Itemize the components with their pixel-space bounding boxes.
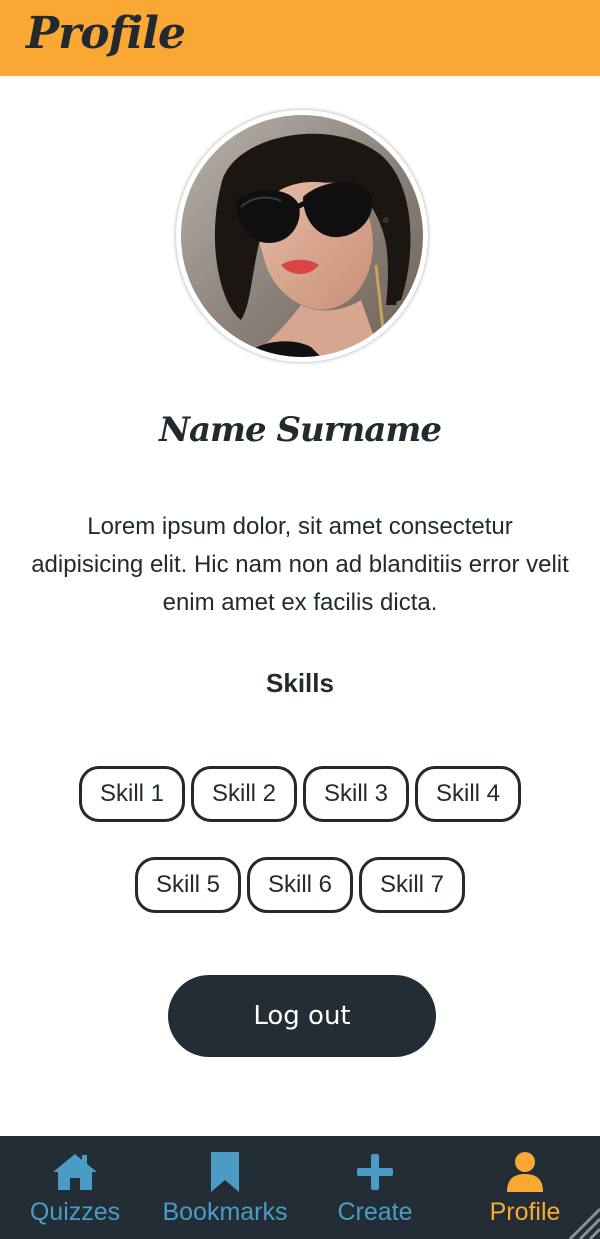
skills-list: Skill 1 Skill 2 Skill 3 Skill 4 Skill 5 … bbox=[60, 766, 540, 913]
nav-label: Quizzes bbox=[29, 1198, 121, 1226]
nav-label: Create bbox=[337, 1198, 413, 1226]
nav-item-bookmarks[interactable]: Bookmarks bbox=[150, 1136, 300, 1239]
plus-icon bbox=[357, 1154, 393, 1190]
skill-chip[interactable]: Skill 1 bbox=[79, 766, 185, 822]
profile-name: Name Surname bbox=[158, 410, 442, 450]
app-root: Profile Name Surname Lorem ipsum dolor, … bbox=[0, 0, 600, 1239]
skill-chip[interactable]: Skill 5 bbox=[135, 857, 241, 913]
home-icon bbox=[53, 1154, 97, 1190]
avatar bbox=[176, 110, 428, 362]
nav-item-create[interactable]: Create bbox=[300, 1136, 450, 1239]
profile-bio: Lorem ipsum dolor, sit amet consectetur … bbox=[31, 513, 569, 616]
user-icon bbox=[507, 1152, 543, 1192]
resize-grip-icon bbox=[568, 1207, 600, 1239]
nav-label: Bookmarks bbox=[162, 1198, 288, 1226]
nav-item-quizzes[interactable]: Quizzes bbox=[0, 1136, 150, 1239]
skills-heading: Skills bbox=[266, 668, 334, 698]
skill-chip[interactable]: Skill 2 bbox=[191, 766, 297, 822]
page-title: Profile bbox=[26, 8, 186, 59]
skill-chip[interactable]: Skill 7 bbox=[359, 857, 465, 913]
avatar-photo bbox=[181, 115, 423, 357]
skill-chip[interactable]: Skill 4 bbox=[415, 766, 521, 822]
bottom-nav: Quizzes Bookmarks Create Profile bbox=[0, 1136, 600, 1239]
logout-button[interactable]: Log out bbox=[168, 975, 436, 1057]
bookmark-icon bbox=[211, 1152, 239, 1192]
skill-chip[interactable]: Skill 3 bbox=[303, 766, 409, 822]
skill-chip[interactable]: Skill 6 bbox=[247, 857, 353, 913]
top-bar: Profile bbox=[0, 0, 600, 76]
